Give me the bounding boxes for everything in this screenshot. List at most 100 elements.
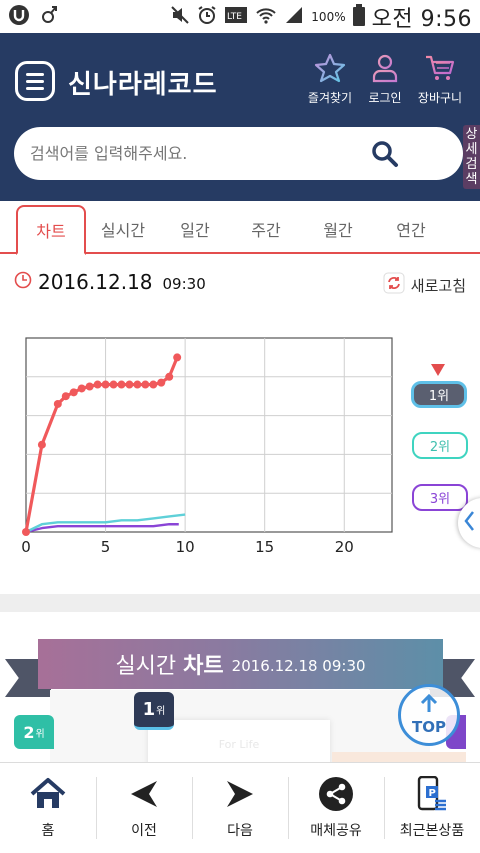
chevron-left-icon	[463, 510, 475, 536]
data-point-rank-1	[37, 440, 46, 449]
data-point-rank-1	[53, 399, 62, 408]
refresh-label: 새로고침	[410, 276, 466, 295]
data-point-rank-1	[61, 392, 70, 401]
share-icon	[318, 776, 354, 812]
app-page: LTE 100% 오전 9:56 신나라레코드 즐겨찾기 로그인 장바구니 검색…	[0, 0, 480, 853]
rank-badge-1-number: 1	[142, 699, 156, 720]
signal-icon	[284, 5, 304, 29]
data-point-rank-1	[133, 380, 142, 389]
album-card[interactable]: For Life	[148, 720, 330, 762]
bottom-navigation: 홈 이전 다음 매체공유 P 최근본상품	[0, 762, 480, 853]
realtime-chart-banner: 실시간 차트 2016.12.18 09:30	[38, 639, 443, 689]
login-label: 로그인	[368, 91, 402, 105]
legend-rank-1[interactable]: 1위	[411, 381, 467, 408]
legend-rank-3[interactable]: 3위	[412, 484, 468, 511]
nav-recent-label: 최근본상품	[399, 823, 465, 839]
realtime-chart-section: 실시간 차트 2016.12.18 09:30 For Life 1위 2위 T…	[0, 612, 480, 762]
rank-badge-2-number: 2	[23, 722, 35, 742]
realtime-datetime: 2016.12.18 09:30	[231, 657, 366, 675]
x-tick-label: 5	[101, 538, 111, 556]
back-arrow-icon	[129, 776, 159, 812]
data-point-rank-1	[109, 380, 118, 389]
person-icon	[370, 53, 400, 89]
x-tick-label: 10	[176, 538, 195, 556]
battery-icon	[352, 3, 365, 30]
tab-yearly[interactable]: 연간	[376, 205, 446, 252]
rank-badge-1: 1위	[134, 692, 174, 730]
tab-realtime[interactable]: 실시간	[88, 205, 158, 252]
data-point-rank-1	[173, 353, 182, 362]
rank-badge-2-suffix: 위	[35, 728, 45, 740]
brand-logo[interactable]: 신나라레코드	[68, 64, 218, 101]
tab-daily[interactable]: 일간	[160, 205, 230, 252]
recent-products-icon: P	[415, 776, 449, 812]
mute-icon	[170, 5, 190, 29]
clock: 오전 9:56	[371, 6, 472, 32]
search-icon[interactable]	[371, 140, 399, 172]
battery-percent: 100%	[311, 9, 346, 24]
realtime-title-bold: 차트	[183, 654, 224, 679]
search-bar	[14, 127, 463, 180]
nav-home[interactable]: 홈	[0, 763, 96, 853]
tab-chart[interactable]: 차트	[16, 205, 86, 255]
cart-label: 장바구니	[417, 91, 463, 105]
tab-weekly[interactable]: 주간	[231, 205, 301, 252]
nav-back[interactable]: 이전	[96, 763, 192, 853]
chart-time: 09:30	[162, 274, 206, 293]
scroll-top-button[interactable]: TOP	[398, 684, 460, 746]
data-point-rank-1	[141, 380, 150, 389]
data-point-rank-1	[69, 388, 78, 397]
search-input[interactable]	[30, 144, 360, 163]
menu-icon-bar	[26, 72, 44, 76]
favorites-button[interactable]: 즐겨찾기	[300, 53, 360, 106]
rank-chart: 0 5 10 15 20	[0, 300, 480, 590]
nav-forward[interactable]: 다음	[192, 763, 288, 853]
legend-rank-2[interactable]: 2위	[412, 432, 468, 459]
x-tick-label: 15	[255, 538, 274, 556]
top-label: TOP	[412, 718, 446, 736]
cart-icon	[424, 53, 456, 89]
u-plus-icon	[8, 4, 30, 30]
refresh-button[interactable]: 새로고침	[383, 272, 466, 298]
chart-date: 2016.12.18	[38, 270, 153, 294]
data-point-rank-1	[85, 382, 94, 391]
favorites-label: 즐겨찾기	[307, 91, 353, 105]
tab-monthly[interactable]: 월간	[303, 205, 373, 252]
realtime-title: 실시간 차트	[115, 648, 223, 680]
status-bar: LTE 100% 오전 9:56	[0, 0, 480, 33]
forward-arrow-icon	[225, 776, 255, 812]
x-tick-label: 20	[335, 538, 354, 556]
app-header: 신나라레코드 즐겨찾기 로그인 장바구니 상세검색	[0, 33, 480, 201]
plot-frame	[25, 337, 393, 533]
data-point-rank-1	[101, 380, 110, 389]
clock-icon	[14, 271, 32, 293]
data-point-rank-1	[22, 528, 30, 536]
menu-button[interactable]	[15, 61, 55, 101]
svg-text:P: P	[429, 788, 436, 799]
home-icon	[29, 776, 67, 812]
data-point-rank-1	[117, 380, 126, 389]
menu-icon-bar	[26, 79, 44, 83]
login-button[interactable]: 로그인	[355, 53, 415, 106]
realtime-title-prefix: 실시간	[115, 654, 177, 679]
data-point-rank-1	[157, 378, 166, 387]
arrow-up-icon	[420, 693, 438, 718]
data-point-rank-1	[149, 380, 158, 389]
album-card-secondary[interactable]	[332, 752, 466, 762]
detail-search-button[interactable]: 상세검색	[463, 125, 480, 189]
nav-share-label: 매체공유	[310, 823, 362, 839]
data-point-rank-1	[125, 380, 134, 389]
section-divider	[0, 594, 480, 612]
x-tick-label: 0	[21, 538, 31, 556]
selected-marker-icon	[431, 364, 445, 376]
refresh-icon	[383, 272, 405, 298]
nav-share[interactable]: 매체공유	[288, 763, 384, 853]
chart-tabs: 차트 실시간 일간 주간 월간 연간	[0, 201, 480, 255]
cart-button[interactable]: 장바구니	[410, 53, 470, 106]
data-point-rank-1	[165, 372, 174, 381]
chart-datetime: 2016.12.18 09:30	[14, 270, 206, 294]
female-icon	[40, 4, 58, 30]
svg-text:LTE: LTE	[227, 12, 242, 22]
star-icon	[314, 53, 346, 89]
nav-recent[interactable]: P 최근본상품	[384, 763, 480, 853]
